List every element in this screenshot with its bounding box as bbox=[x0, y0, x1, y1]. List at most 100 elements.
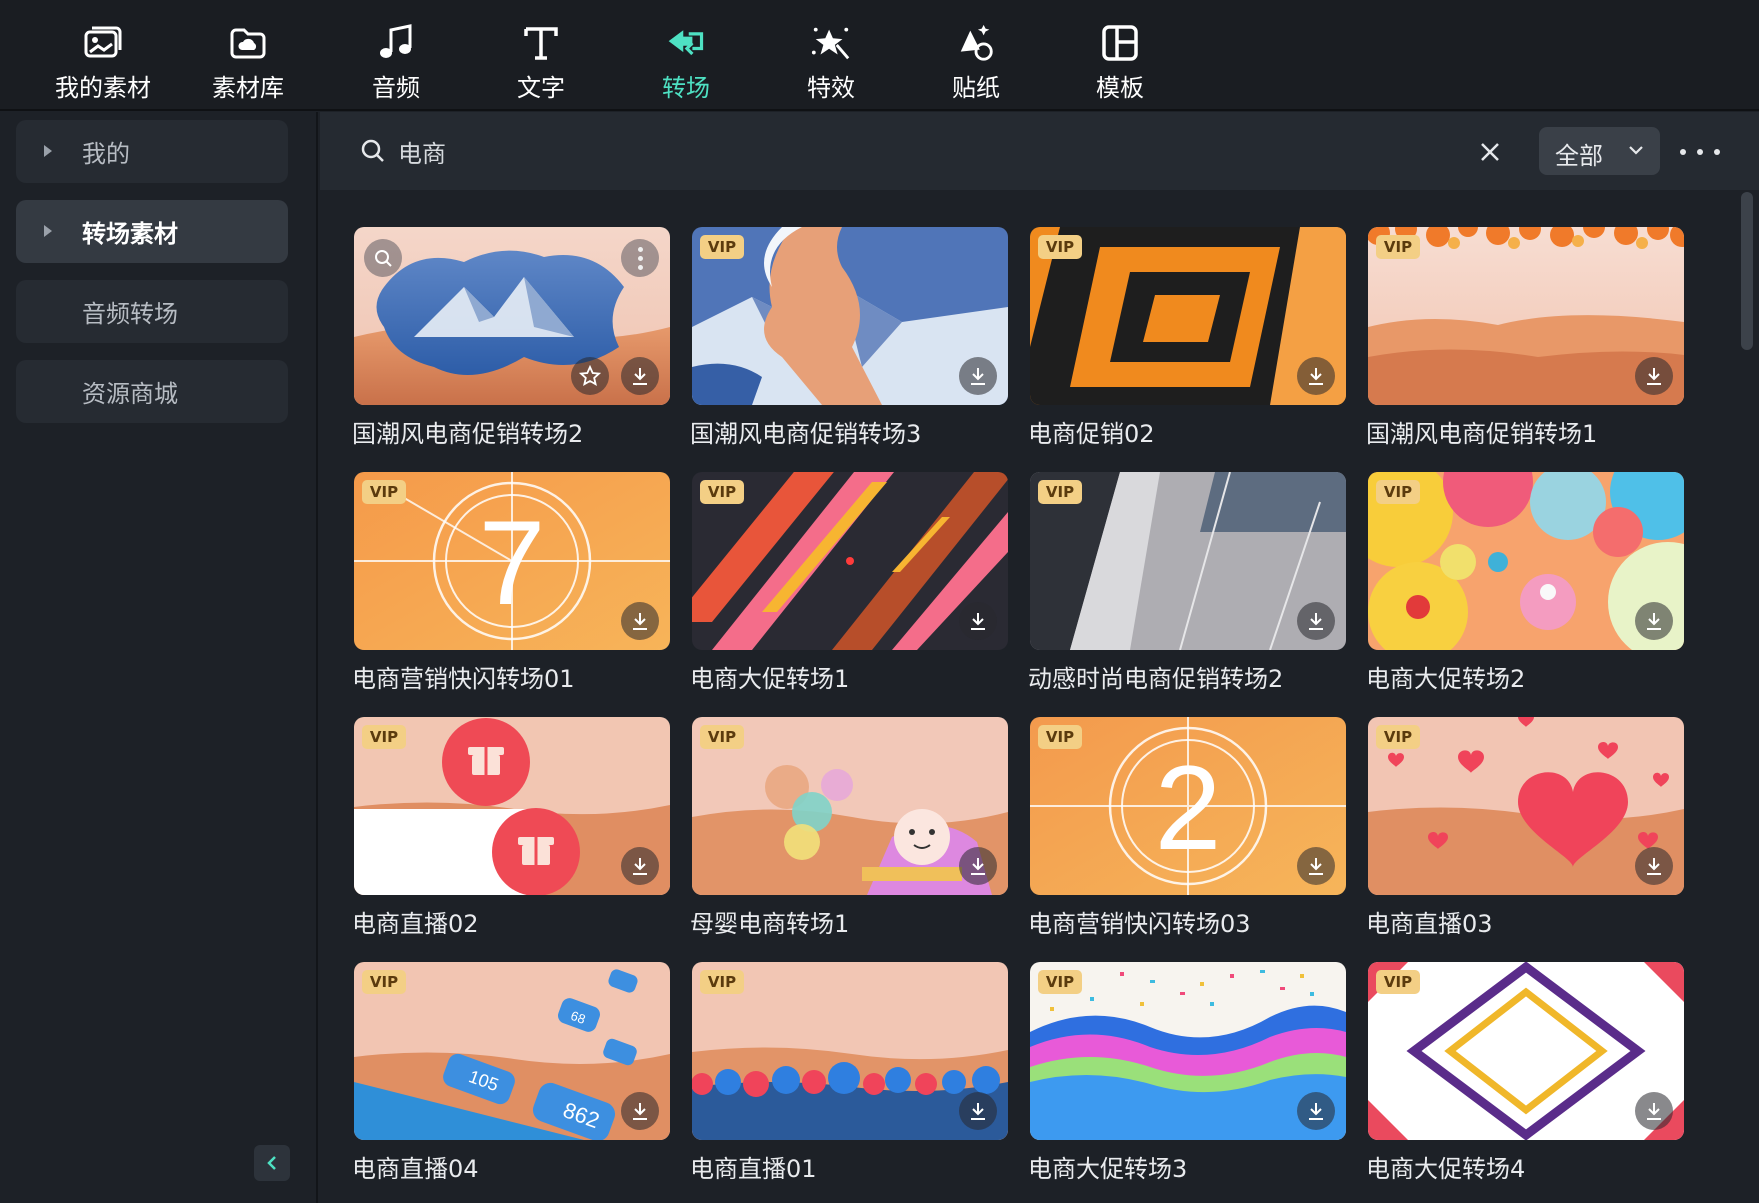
tab-effects[interactable]: 特效 bbox=[766, 0, 896, 110]
tab-label: 特效 bbox=[807, 74, 855, 102]
download-icon bbox=[1647, 613, 1661, 630]
download-icon bbox=[1309, 1103, 1323, 1120]
scrollbar[interactable] bbox=[1741, 192, 1753, 1203]
card-thumbnail: VIP bbox=[1030, 227, 1346, 405]
sidebar-item-audio-transition[interactable]: 音频转场 bbox=[16, 280, 288, 343]
card-title: 动感时尚电商促销转场2 bbox=[1028, 665, 1284, 693]
download-button[interactable] bbox=[621, 357, 659, 395]
card-title: 国潮风电商促销转场3 bbox=[690, 420, 922, 448]
card-title: 电商大促转场3 bbox=[1028, 1155, 1188, 1183]
card-thumbnail: VIP bbox=[354, 717, 670, 895]
tab-label: 贴纸 bbox=[952, 74, 1000, 102]
download-button[interactable] bbox=[1635, 847, 1673, 885]
transition-card[interactable]: VIP 电商直播02 bbox=[352, 717, 670, 951]
download-icon bbox=[971, 368, 985, 385]
transition-card[interactable]: 7 VIP 电商营销快闪转场01 bbox=[352, 472, 670, 706]
card-thumbnail: VIP bbox=[692, 962, 1008, 1140]
search-icon bbox=[361, 139, 384, 162]
card-thumbnail: 7 VIP bbox=[354, 472, 670, 650]
dot bbox=[1714, 149, 1720, 155]
transition-card[interactable]: VIP 电商直播01 bbox=[690, 962, 1008, 1196]
category-filter-select[interactable]: 全部 bbox=[1539, 127, 1660, 175]
tab-label: 音频 bbox=[372, 74, 420, 102]
download-icon bbox=[633, 1103, 647, 1120]
clear-search-button[interactable] bbox=[1478, 140, 1502, 168]
tab-sticker[interactable]: 贴纸 bbox=[911, 0, 1041, 110]
magic-effects-icon bbox=[810, 22, 852, 64]
search-input[interactable] bbox=[398, 129, 1298, 173]
my-media-icon bbox=[82, 22, 124, 64]
tab-label: 素材库 bbox=[212, 74, 284, 102]
zoom-icon bbox=[375, 250, 392, 267]
download-icon bbox=[971, 613, 985, 630]
sidebar-item-mine[interactable]: 我的 bbox=[16, 120, 288, 183]
download-button[interactable] bbox=[1297, 847, 1335, 885]
expand-arrow-icon bbox=[44, 145, 52, 157]
download-button[interactable] bbox=[1635, 602, 1673, 640]
card-title: 电商营销快闪转场03 bbox=[1028, 910, 1251, 938]
vip-badge: VIP bbox=[362, 970, 406, 994]
chevron-down-icon bbox=[1629, 146, 1643, 155]
transition-card[interactable]: VIP 电商大促转场3 bbox=[1028, 962, 1346, 1196]
card-title: 电商直播03 bbox=[1366, 910, 1493, 938]
transition-card[interactable]: VIP 电商大促转场1 bbox=[690, 472, 1008, 706]
sidebar-item-resource-store[interactable]: 资源商城 bbox=[16, 360, 288, 423]
transition-card[interactable]: 国潮风电商促销转场2 bbox=[352, 227, 670, 461]
download-button[interactable] bbox=[959, 847, 997, 885]
transition-card[interactable]: VIP 电商促销02 bbox=[1028, 227, 1346, 461]
download-button[interactable] bbox=[1297, 1092, 1335, 1130]
download-button[interactable] bbox=[621, 1092, 659, 1130]
transition-card[interactable]: 2 VIP 电商营销快闪转场03 bbox=[1028, 717, 1346, 951]
sidebar-item-transition-assets[interactable]: 转场素材 bbox=[16, 200, 288, 263]
transition-card[interactable]: 68 105 862 VIP 电商直播04 bbox=[352, 962, 670, 1196]
card-thumbnail: VIP bbox=[692, 472, 1008, 650]
download-button[interactable] bbox=[621, 847, 659, 885]
sidebar-item-label: 转场素材 bbox=[82, 220, 178, 248]
transition-icon bbox=[665, 22, 707, 64]
collapse-sidebar-button[interactable] bbox=[254, 1145, 290, 1181]
download-button[interactable] bbox=[1297, 357, 1335, 395]
vip-badge: VIP bbox=[1038, 480, 1082, 504]
tab-text[interactable]: 文字 bbox=[476, 0, 606, 110]
transition-card[interactable]: VIP 国潮风电商促销转场1 bbox=[1366, 227, 1684, 461]
sidebar-item-label: 资源商城 bbox=[82, 380, 178, 408]
download-button[interactable] bbox=[621, 602, 659, 640]
favorite-button[interactable] bbox=[571, 357, 609, 395]
download-button[interactable] bbox=[959, 357, 997, 395]
tab-stock-library[interactable]: 素材库 bbox=[183, 0, 313, 110]
preview-button[interactable] bbox=[364, 239, 402, 277]
tab-my-media[interactable]: 我的素材 bbox=[38, 0, 168, 110]
card-title: 电商促销02 bbox=[1028, 420, 1155, 448]
stock-library-icon bbox=[227, 22, 269, 64]
download-button[interactable] bbox=[1297, 602, 1335, 640]
tab-audio[interactable]: 音频 bbox=[331, 0, 461, 110]
card-title: 电商直播02 bbox=[352, 910, 479, 938]
transition-card[interactable]: VIP 动感时尚电商促销转场2 bbox=[1028, 472, 1346, 706]
template-icon bbox=[1099, 22, 1141, 64]
card-thumbnail: VIP bbox=[1030, 962, 1346, 1140]
scrollbar-thumb[interactable] bbox=[1741, 192, 1753, 350]
transition-card[interactable]: VIP 母婴电商转场1 bbox=[690, 717, 1008, 951]
vip-badge: VIP bbox=[700, 480, 744, 504]
sidebar-item-label: 音频转场 bbox=[82, 300, 178, 328]
dot bbox=[1697, 149, 1703, 155]
tab-transition[interactable]: 转场 bbox=[621, 0, 751, 110]
transition-card[interactable]: VIP 电商大促转场2 bbox=[1366, 472, 1684, 706]
download-button[interactable] bbox=[959, 602, 997, 640]
dot bbox=[1680, 149, 1686, 155]
download-icon bbox=[633, 858, 647, 875]
download-icon bbox=[1309, 368, 1323, 385]
download-button[interactable] bbox=[959, 1092, 997, 1130]
card-title: 电商营销快闪转场01 bbox=[352, 665, 575, 693]
card-menu-button[interactable] bbox=[621, 239, 659, 277]
transition-grid: 国潮风电商促销转场2 VIP 国潮风电商促销转场3 VIP 电商促销02 VIP… bbox=[352, 227, 1714, 1203]
card-thumbnail: VIP bbox=[1368, 962, 1684, 1140]
download-button[interactable] bbox=[1635, 1092, 1673, 1130]
transition-card[interactable]: VIP 电商直播03 bbox=[1366, 717, 1684, 951]
more-options-button[interactable] bbox=[1680, 140, 1720, 164]
transition-card[interactable]: VIP 电商大促转场4 bbox=[1366, 962, 1684, 1196]
download-button[interactable] bbox=[1635, 357, 1673, 395]
transition-card[interactable]: VIP 国潮风电商促销转场3 bbox=[690, 227, 1008, 461]
tab-template[interactable]: 模板 bbox=[1055, 0, 1185, 110]
download-icon bbox=[1309, 613, 1323, 630]
